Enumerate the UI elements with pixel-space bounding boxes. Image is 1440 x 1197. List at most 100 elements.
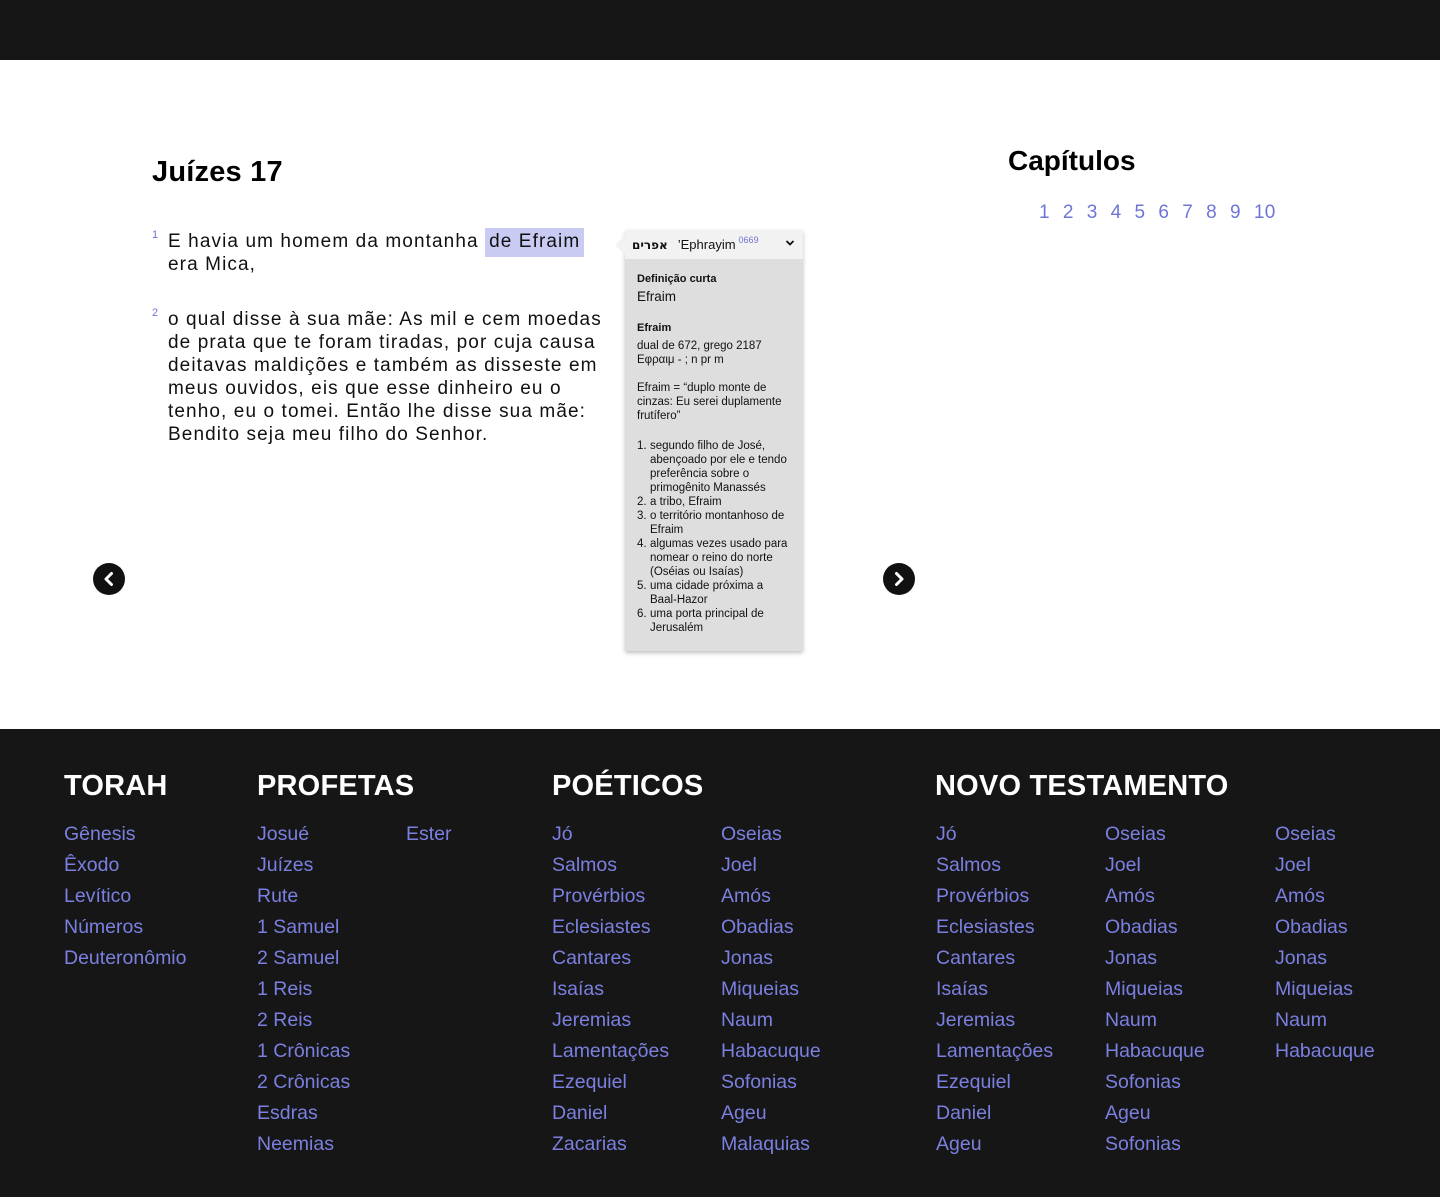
book-link[interactable]: Provérbios — [936, 885, 1029, 907]
verse-number[interactable]: 2 — [152, 302, 158, 325]
book-link[interactable]: Rute — [257, 885, 298, 907]
chapter-link[interactable]: 7 — [1182, 202, 1193, 224]
book-list-item: Cantares — [936, 946, 1053, 977]
book-link[interactable]: Ester — [406, 823, 452, 845]
book-link[interactable]: Êxodo — [64, 854, 119, 876]
chapter-link[interactable]: 10 — [1254, 202, 1276, 224]
book-link[interactable]: Daniel — [552, 1102, 607, 1124]
verse-number[interactable]: 1 — [152, 224, 158, 247]
definition-list: 1. segundo filho de José, abençoado por el… — [637, 439, 791, 635]
book-link[interactable]: Naum — [1105, 1009, 1157, 1031]
book-link[interactable]: Daniel — [936, 1102, 991, 1124]
book-link[interactable]: Jeremias — [936, 1009, 1015, 1031]
book-link[interactable]: Cantares — [936, 947, 1015, 969]
book-link[interactable]: Juízes — [257, 854, 313, 876]
book-link[interactable]: Gênesis — [64, 823, 136, 845]
book-link[interactable]: Habacuque — [721, 1040, 821, 1062]
book-link[interactable]: 2 Crônicas — [257, 1071, 350, 1093]
book-list-item: Habacuque — [721, 1039, 821, 1070]
book-link[interactable]: Provérbios — [552, 885, 645, 907]
book-link[interactable]: Isaías — [936, 978, 988, 1000]
book-link[interactable]: Habacuque — [1105, 1040, 1205, 1062]
book-link[interactable]: Naum — [1275, 1009, 1327, 1031]
chapter-title: Juízes 17 — [152, 156, 283, 188]
book-link[interactable]: Naum — [721, 1009, 773, 1031]
book-link[interactable]: Obadias — [721, 916, 794, 938]
chapter-link[interactable]: 8 — [1206, 202, 1217, 224]
book-link[interactable]: Josué — [257, 823, 309, 845]
book-link[interactable]: Miqueias — [1105, 978, 1183, 1000]
book-link[interactable]: Jonas — [721, 947, 773, 969]
book-list-item: Levítico — [64, 884, 186, 915]
book-link[interactable]: Ageu — [936, 1133, 982, 1155]
book-link[interactable]: Sofonias — [721, 1071, 797, 1093]
book-link[interactable]: Números — [64, 916, 143, 938]
book-link[interactable]: Amós — [1275, 885, 1325, 907]
book-link[interactable]: Habacuque — [1275, 1040, 1375, 1062]
book-link[interactable]: Jonas — [1275, 947, 1327, 969]
book-link[interactable]: Ageu — [1105, 1102, 1151, 1124]
book-link[interactable]: 2 Reis — [257, 1009, 312, 1031]
next-chapter-button[interactable] — [883, 563, 915, 595]
book-link[interactable]: Amós — [721, 885, 771, 907]
book-link[interactable]: Eclesiastes — [936, 916, 1035, 938]
book-link[interactable]: Ezequiel — [552, 1071, 627, 1093]
book-link[interactable]: Jó — [936, 823, 957, 845]
book-link[interactable]: Ageu — [721, 1102, 767, 1124]
book-link[interactable]: 1 Crônicas — [257, 1040, 350, 1062]
chapter-link[interactable]: 3 — [1087, 202, 1098, 224]
book-link[interactable]: 1 Reis — [257, 978, 312, 1000]
book-link[interactable]: Oseias — [1105, 823, 1166, 845]
book-link[interactable]: Miqueias — [1275, 978, 1353, 1000]
book-link[interactable]: 2 Samuel — [257, 947, 339, 969]
chapter-link[interactable]: 9 — [1230, 202, 1241, 224]
book-link[interactable]: Lamentações — [936, 1040, 1053, 1062]
chapter-link[interactable]: 2 — [1063, 202, 1074, 224]
book-link[interactable]: Deuteronômio — [64, 947, 186, 969]
book-list-item: Naum — [1275, 1008, 1375, 1039]
book-list-item: Joel — [1105, 853, 1205, 884]
book-link[interactable]: Sofonias — [1105, 1133, 1181, 1155]
book-link[interactable]: Neemias — [257, 1133, 334, 1155]
book-link[interactable]: Oseias — [721, 823, 782, 845]
book-list-item: 1 Crônicas — [257, 1039, 350, 1070]
highlighted-word[interactable]: de Efraim — [485, 228, 585, 257]
book-list-item: Oseias — [721, 822, 821, 853]
book-link[interactable]: Levítico — [64, 885, 131, 907]
book-link[interactable]: Joel — [1275, 854, 1311, 876]
book-link[interactable]: Miqueias — [721, 978, 799, 1000]
book-link[interactable]: Joel — [1105, 854, 1141, 876]
book-link[interactable]: Cantares — [552, 947, 631, 969]
chapter-link[interactable]: 5 — [1135, 202, 1146, 224]
book-link[interactable]: Sofonias — [1105, 1071, 1181, 1093]
previous-chapter-button[interactable] — [93, 563, 125, 595]
book-list-item: Zacarias — [552, 1132, 669, 1163]
chapter-link[interactable]: 1 — [1039, 202, 1050, 224]
book-link[interactable]: Jeremias — [552, 1009, 631, 1031]
book-link[interactable]: Joel — [721, 854, 757, 876]
book-link[interactable]: Esdras — [257, 1102, 318, 1124]
book-link[interactable]: Salmos — [936, 854, 1001, 876]
novo-books-col3: Oseias Joel Amós Obadias Jonas Miqueias Naum Ha… — [1275, 822, 1375, 1070]
book-link[interactable]: Amós — [1105, 885, 1155, 907]
book-link[interactable]: Zacarias — [552, 1133, 627, 1155]
book-link[interactable]: Obadias — [1105, 916, 1178, 938]
book-link[interactable]: Malaquias — [721, 1133, 810, 1155]
chapter-links: 1 2 3 4 5 6 7 8 9 10 — [1039, 202, 1289, 224]
book-link[interactable]: Ezequiel — [936, 1071, 1011, 1093]
book-link[interactable]: Lamentações — [552, 1040, 669, 1062]
chevron-down-icon[interactable] — [785, 238, 795, 248]
book-list-item: Cantares — [552, 946, 669, 977]
book-link[interactable]: Oseias — [1275, 823, 1336, 845]
book-link[interactable]: Eclesiastes — [552, 916, 651, 938]
book-link[interactable]: Isaías — [552, 978, 604, 1000]
chapter-link[interactable]: 4 — [1111, 202, 1122, 224]
chapter-link[interactable]: 6 — [1158, 202, 1169, 224]
popup-header[interactable]: אפרים ’Ephrayim 0669 — [625, 230, 803, 259]
book-link[interactable]: Salmos — [552, 854, 617, 876]
book-link[interactable]: Jó — [552, 823, 573, 845]
book-link[interactable]: Jonas — [1105, 947, 1157, 969]
book-link[interactable]: Obadias — [1275, 916, 1348, 938]
book-list-item: 2 Crônicas — [257, 1070, 350, 1101]
book-link[interactable]: 1 Samuel — [257, 916, 339, 938]
